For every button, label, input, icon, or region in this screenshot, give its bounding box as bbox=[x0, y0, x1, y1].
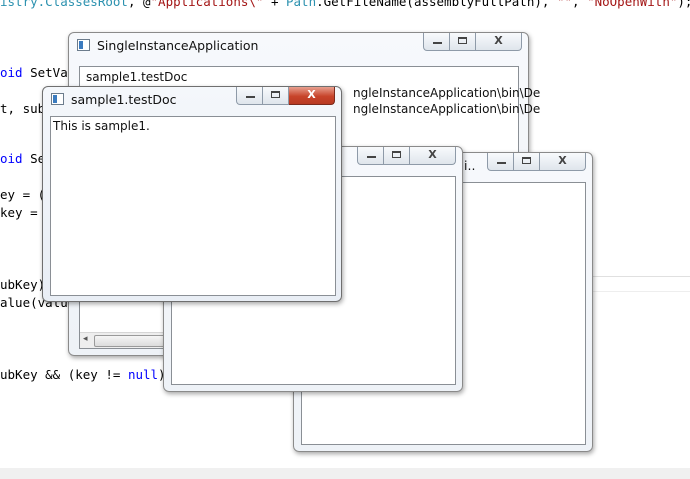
editor-bottom-strip bbox=[0, 468, 690, 479]
maximize-button[interactable] bbox=[384, 147, 410, 165]
main-window-caption-buttons: X bbox=[423, 33, 522, 52]
maximize-icon bbox=[457, 37, 467, 44]
code-line-7: ubKey) bbox=[0, 277, 46, 292]
minimize-icon bbox=[366, 156, 376, 158]
close-button[interactable]: X bbox=[540, 153, 586, 171]
minimize-icon bbox=[432, 42, 442, 44]
list-item[interactable]: ngleInstanceApplication\bin\De bbox=[353, 102, 540, 116]
code-line-9: ubKey && (key != null)) bbox=[0, 367, 173, 382]
list-item[interactable]: ngleInstanceApplication\bin\De bbox=[353, 86, 540, 100]
close-icon: X bbox=[558, 154, 567, 167]
maximize-icon bbox=[391, 151, 401, 158]
maximize-button[interactable] bbox=[450, 33, 476, 51]
code-line-2: oid SetVal bbox=[0, 65, 76, 80]
maximize-icon bbox=[521, 157, 531, 164]
minimize-button[interactable] bbox=[423, 33, 450, 51]
close-button[interactable]: X bbox=[410, 147, 456, 165]
minimize-button[interactable] bbox=[487, 153, 514, 171]
app-icon bbox=[77, 39, 90, 51]
close-icon: X bbox=[494, 34, 503, 47]
document-window-1-titlebar[interactable]: sample1.testDoc X bbox=[43, 87, 341, 113]
main-window-titlebar[interactable]: SingleInstanceApplication X bbox=[69, 33, 528, 59]
minimize-icon bbox=[245, 96, 255, 98]
main-window-title: SingleInstanceApplication bbox=[97, 38, 259, 53]
close-button[interactable]: X bbox=[476, 33, 522, 51]
code-line-1: istry.ClassesRoot, @"Applications\" + Pa… bbox=[0, 0, 690, 9]
scroll-left-icon[interactable]: ◂ bbox=[83, 334, 88, 344]
minimize-button[interactable] bbox=[236, 87, 263, 105]
document-window-1-content[interactable]: This is sample1. bbox=[50, 116, 336, 296]
document-window-3-caption-buttons: X bbox=[487, 153, 586, 172]
document-window-1[interactable]: sample1.testDoc X This is sample1. bbox=[42, 86, 342, 302]
document-icon bbox=[51, 93, 64, 105]
maximize-button[interactable] bbox=[263, 87, 289, 105]
maximize-button[interactable] bbox=[514, 153, 540, 171]
minimize-button[interactable] bbox=[357, 147, 384, 165]
document-window-3-title: i.. bbox=[464, 158, 476, 173]
close-icon: X bbox=[307, 88, 316, 101]
list-item[interactable]: sample1.testDoc bbox=[86, 70, 187, 84]
document-window-2-caption-buttons: X bbox=[357, 147, 456, 166]
document-text[interactable]: This is sample1. bbox=[53, 119, 150, 133]
close-icon: X bbox=[428, 148, 437, 161]
document-window-1-title: sample1.testDoc bbox=[71, 92, 177, 107]
maximize-icon bbox=[270, 91, 280, 98]
minimize-icon bbox=[496, 162, 506, 164]
document-window-1-caption-buttons: X bbox=[236, 87, 335, 106]
close-button[interactable]: X bbox=[289, 87, 335, 105]
